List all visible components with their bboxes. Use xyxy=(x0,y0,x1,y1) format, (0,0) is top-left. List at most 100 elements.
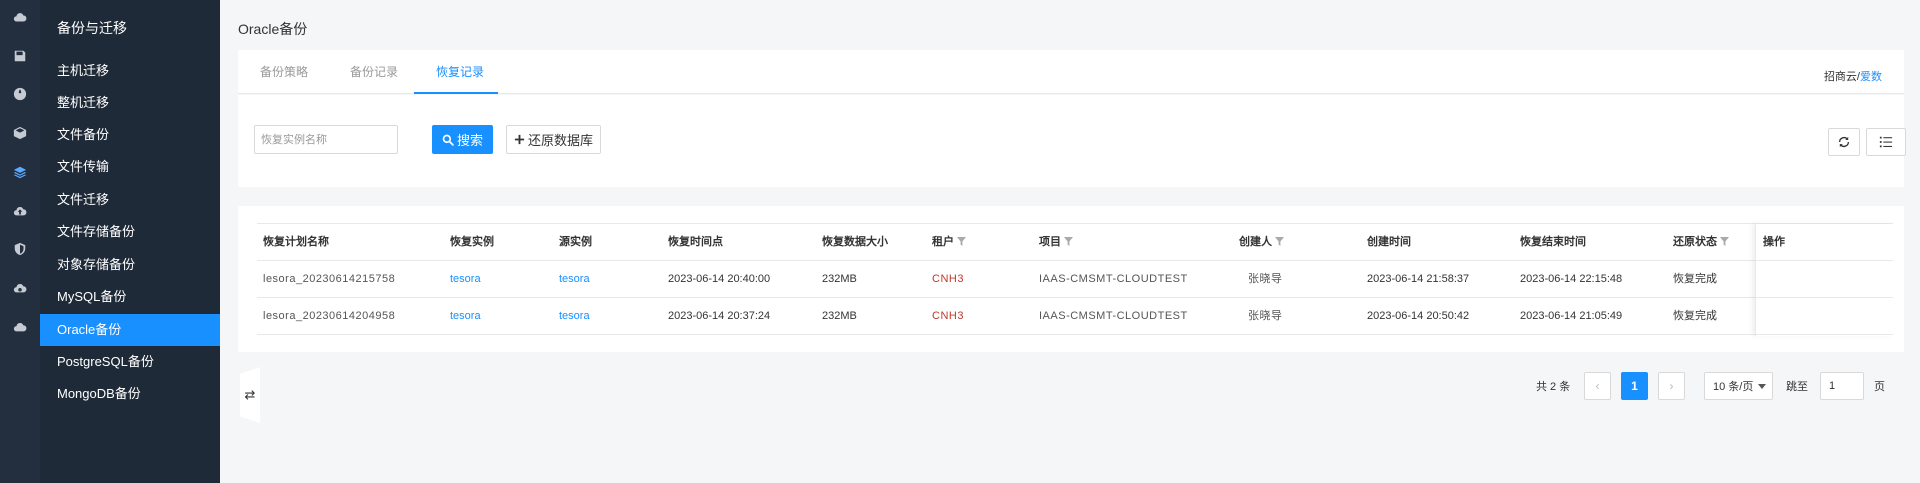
subnav-title: 备份与迁移 xyxy=(57,20,127,36)
refresh-icon xyxy=(1838,136,1850,148)
chevron-right-icon: › xyxy=(1669,379,1674,393)
cell-restore-instance[interactable]: tesora xyxy=(450,261,481,298)
cell-created-at: 2023-06-14 20:50:42 xyxy=(1367,310,1470,322)
cell-plan-name: lesora_20230614215758 xyxy=(263,273,396,285)
subnav-item-postgresql-backup[interactable]: PostgreSQL备份 xyxy=(40,346,220,378)
subnav-item-mongodb-backup[interactable]: MongoDB备份 xyxy=(40,378,220,410)
active-tab-indicator xyxy=(414,92,498,94)
restore-database-button[interactable]: 还原数据库 xyxy=(506,125,601,154)
refresh-button[interactable] xyxy=(1828,128,1860,156)
col-restore-point: 恢复时间点 xyxy=(668,236,723,248)
col-project: 项目 xyxy=(1039,224,1073,261)
table-row: lesora_20230614204958 tesora tesora 2023… xyxy=(257,298,1893,335)
subnav-item-object-storage-backup[interactable]: 对象存储备份 xyxy=(40,249,220,281)
actions-column-fixed xyxy=(1755,224,1893,336)
cell-project: IAAS-CMSMT-CLOUDTEST xyxy=(1039,310,1188,322)
shield-icon[interactable] xyxy=(11,240,29,258)
caret-down-icon xyxy=(1758,384,1766,389)
cell-creator: 张晓导 xyxy=(1248,273,1283,285)
jump-to-label: 跳至 xyxy=(1786,381,1808,393)
cell-data-size: 232MB xyxy=(822,273,857,285)
breadcrumb-link[interactable]: 爱数 xyxy=(1860,71,1882,83)
cell-restore-point: 2023-06-14 20:37:24 xyxy=(668,310,771,322)
col-plan-name: 恢复计划名称 xyxy=(263,236,329,248)
cloud-icon[interactable] xyxy=(11,9,29,27)
cell-plan-name: lesora_20230614204958 xyxy=(263,310,396,322)
pagination-next-button[interactable]: › xyxy=(1658,372,1685,400)
cell-created-at: 2023-06-14 21:58:37 xyxy=(1367,273,1470,285)
restore-records-table: 恢复计划名称 恢复实例 源实例 恢复时间点 恢复数据大小 租户 项目 创建人 创… xyxy=(257,223,1893,336)
tab-backup-policy[interactable]: 备份策略 xyxy=(260,50,308,94)
cell-tenant: CNH3 xyxy=(932,310,964,322)
tenant-breadcrumb: 招商云/爱数 xyxy=(1824,68,1882,84)
list-icon xyxy=(1879,136,1893,148)
cell-project: IAAS-CMSMT-CLOUDTEST xyxy=(1039,273,1188,285)
subnav-item-file-migration[interactable]: 文件迁移 xyxy=(40,184,220,216)
filter-icon[interactable] xyxy=(1720,225,1729,246)
cell-source-instance[interactable]: tesora xyxy=(559,261,590,298)
subnav-item-file-storage-backup[interactable]: 文件存储备份 xyxy=(40,216,220,248)
filter-icon[interactable] xyxy=(1064,225,1073,246)
tab-restore-records[interactable]: 恢复记录 xyxy=(436,50,484,94)
column-settings-button[interactable] xyxy=(1866,128,1906,156)
page-size-label: 10 条/页 xyxy=(1713,381,1754,393)
cell-source-instance[interactable]: tesora xyxy=(559,298,590,335)
col-status: 还原状态 xyxy=(1673,224,1729,261)
col-ended-at: 恢复结束时间 xyxy=(1520,236,1586,248)
cloud-data-icon[interactable] xyxy=(11,318,29,336)
cell-ended-at: 2023-06-14 22:15:48 xyxy=(1520,273,1623,285)
col-data-size: 恢复数据大小 xyxy=(822,236,888,248)
search-button[interactable]: 搜索 xyxy=(432,125,493,154)
cell-creator: 张晓导 xyxy=(1248,310,1283,322)
filter-icon[interactable] xyxy=(1275,225,1284,246)
cell-data-size: 232MB xyxy=(822,310,857,322)
pagination-page-1[interactable]: 1 xyxy=(1621,372,1648,400)
subnav-item-oracle-backup[interactable]: Oracle备份 xyxy=(40,314,220,346)
col-restore-instance: 恢复实例 xyxy=(450,236,494,248)
cloud-gear-icon[interactable] xyxy=(11,279,29,297)
cell-restore-point: 2023-06-14 20:40:00 xyxy=(668,273,771,285)
table-header: 恢复计划名称 恢复实例 源实例 恢复时间点 恢复数据大小 租户 项目 创建人 创… xyxy=(257,224,1893,261)
col-tenant: 租户 xyxy=(932,224,966,261)
col-source-instance: 源实例 xyxy=(559,236,592,248)
col-creator: 创建人 xyxy=(1239,224,1284,261)
main-content: Oracle备份 备份策略 备份记录 恢复记录 招商云/爱数 搜索 还原数据库 … xyxy=(220,0,1920,483)
subnav-item-mysql-backup[interactable]: MySQL备份 xyxy=(40,281,220,313)
col-status-label: 还原状态 xyxy=(1673,236,1717,248)
sub-navigation: 备份与迁移 主机迁移 整机迁移 文件备份 文件传输 文件迁移 文件存储备份 对象… xyxy=(40,0,260,483)
page-suffix-label: 页 xyxy=(1874,381,1885,393)
col-tenant-label: 租户 xyxy=(932,236,954,248)
cell-ended-at: 2023-06-14 21:05:49 xyxy=(1520,310,1623,322)
cloud-up-icon[interactable] xyxy=(11,202,29,220)
tab-bar: 备份策略 备份记录 恢复记录 招商云/爱数 xyxy=(238,50,1904,94)
search-icon xyxy=(442,134,454,146)
box-icon[interactable] xyxy=(11,124,29,142)
col-project-label: 项目 xyxy=(1039,236,1061,248)
globe-icon[interactable] xyxy=(11,85,29,103)
subnav-item-host-migration[interactable]: 主机迁移 xyxy=(40,55,220,87)
pagination-total: 共 2 条 xyxy=(1536,381,1571,393)
jump-to-input[interactable] xyxy=(1820,372,1864,400)
toolbar: 搜索 还原数据库 xyxy=(238,95,1906,187)
save-icon[interactable] xyxy=(11,47,29,65)
restore-records-table-card: 恢复计划名称 恢复实例 源实例 恢复时间点 恢复数据大小 租户 项目 创建人 创… xyxy=(238,206,1904,352)
cell-status: 恢复完成 xyxy=(1673,273,1717,285)
subnav-item-machine-migration[interactable]: 整机迁移 xyxy=(40,87,220,119)
search-input[interactable] xyxy=(254,125,398,154)
filter-icon[interactable] xyxy=(957,225,966,246)
subnav-item-file-backup[interactable]: 文件备份 xyxy=(40,119,220,151)
pagination-prev-button[interactable]: ‹ xyxy=(1584,372,1611,400)
page-title: Oracle备份 xyxy=(238,21,308,37)
col-created-at: 创建时间 xyxy=(1367,236,1411,248)
cell-restore-instance[interactable]: tesora xyxy=(450,298,481,335)
col-creator-label: 创建人 xyxy=(1239,236,1272,248)
chevron-left-icon: ‹ xyxy=(1595,379,1600,393)
tab-backup-records[interactable]: 备份记录 xyxy=(350,50,398,94)
page-size-select[interactable]: 10 条/页 xyxy=(1704,372,1773,400)
subnav-item-file-transfer[interactable]: 文件传输 xyxy=(40,151,220,183)
cell-tenant: CNH3 xyxy=(932,273,964,285)
cell-status: 恢复完成 xyxy=(1673,310,1717,322)
layers-icon[interactable] xyxy=(11,163,29,181)
breadcrumb-prefix: 招商云/ xyxy=(1823,71,1860,83)
search-button-label: 搜索 xyxy=(456,133,483,148)
